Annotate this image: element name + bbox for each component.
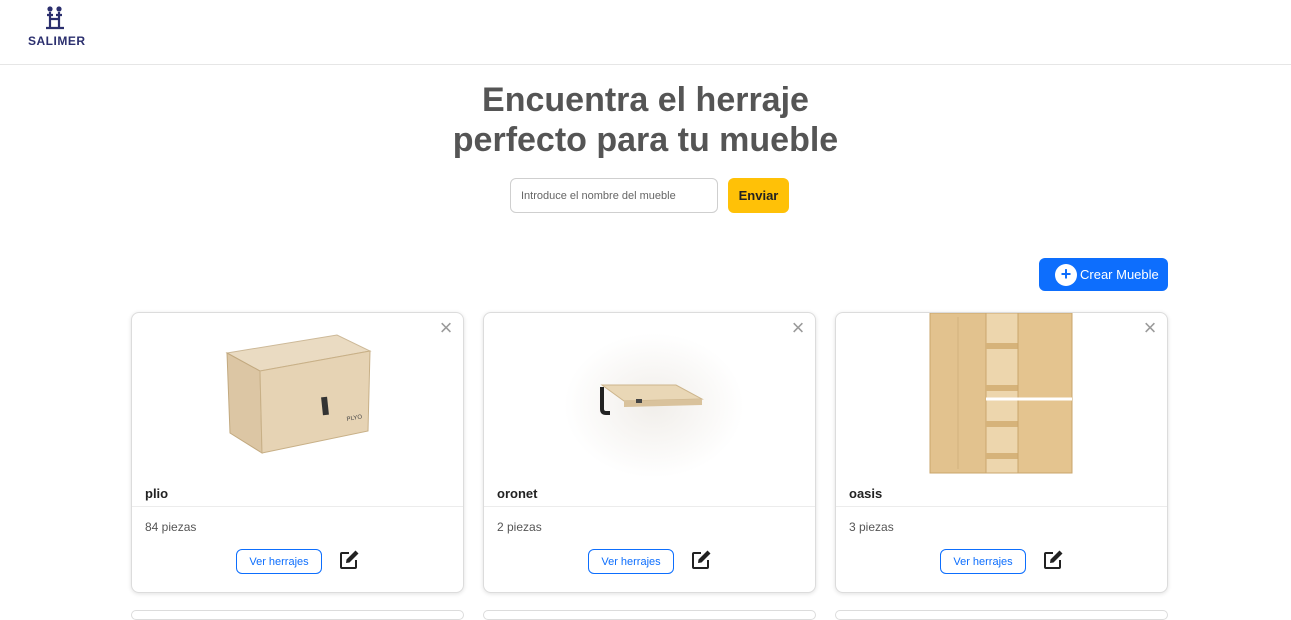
card-divider bbox=[132, 506, 463, 507]
card-divider bbox=[484, 506, 815, 507]
hero-title-line-1: Encuentra el herraje bbox=[482, 81, 809, 119]
close-icon[interactable]: × bbox=[1141, 317, 1159, 339]
furniture-image bbox=[929, 313, 1073, 474]
send-button[interactable]: Enviar bbox=[728, 178, 789, 213]
view-hardware-button[interactable]: Ver herrajes bbox=[588, 549, 674, 574]
edit-icon[interactable] bbox=[1041, 548, 1065, 572]
close-icon[interactable]: × bbox=[437, 317, 455, 339]
card-title: oasis bbox=[849, 486, 883, 501]
hero-title: Encuentra el herraje perfecto para tu mu… bbox=[0, 80, 1291, 160]
pieces-count: 3 piezas bbox=[849, 520, 894, 534]
hero-section: Encuentra el herraje perfecto para tu mu… bbox=[0, 80, 1291, 160]
create-furniture-label: Crear Mueble bbox=[1080, 267, 1159, 282]
furniture-card-partial bbox=[131, 610, 464, 620]
create-furniture-button[interactable]: + Crear Mueble bbox=[1039, 258, 1168, 291]
furniture-card: × oasis 3 piezas Ver herrajes bbox=[835, 312, 1168, 593]
pieces-count: 84 piezas bbox=[145, 520, 197, 534]
hero-title-line-2: perfecto para tu mueble bbox=[452, 121, 839, 159]
furniture-card: × oronet 2 piezas Ver herrajes bbox=[483, 312, 816, 593]
furniture-image: PLYO bbox=[225, 334, 372, 454]
logo-figure-icon bbox=[46, 6, 64, 30]
furniture-image bbox=[564, 333, 744, 478]
edit-icon[interactable] bbox=[689, 548, 713, 572]
pieces-count: 2 piezas bbox=[497, 520, 542, 534]
close-icon[interactable]: × bbox=[789, 317, 807, 339]
top-navbar: SALIMER bbox=[0, 0, 1291, 65]
card-divider bbox=[836, 506, 1167, 507]
view-hardware-button[interactable]: Ver herrajes bbox=[940, 549, 1026, 574]
card-title: plio bbox=[145, 486, 169, 501]
furniture-card: PLYO × plio 84 piezas Ver herrajes bbox=[131, 312, 464, 593]
furniture-search-input[interactable] bbox=[510, 178, 718, 213]
brand-name: SALIMER bbox=[28, 34, 86, 48]
view-hardware-button[interactable]: Ver herrajes bbox=[236, 549, 322, 574]
card-title: oronet bbox=[497, 486, 538, 501]
brand-logo[interactable]: SALIMER bbox=[28, 6, 88, 50]
furniture-card-partial bbox=[483, 610, 816, 620]
plus-circle-icon: + bbox=[1055, 263, 1077, 286]
furniture-card-partial bbox=[835, 610, 1168, 620]
edit-icon[interactable] bbox=[337, 548, 361, 572]
